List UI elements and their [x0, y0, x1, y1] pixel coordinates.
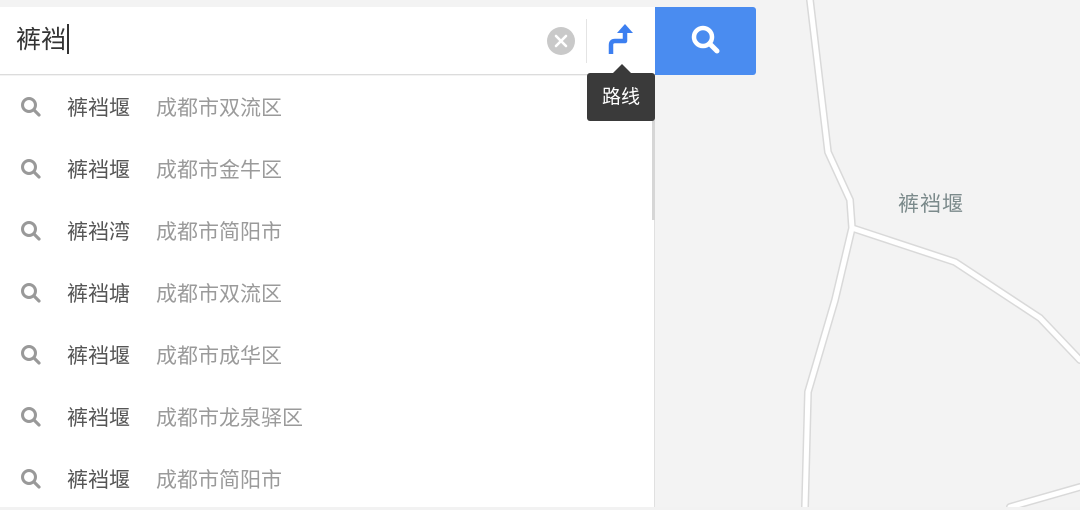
tooltip-arrow: [613, 64, 631, 73]
suggestion-item[interactable]: 裤裆湾 成都市简阳市: [0, 200, 654, 262]
search-input[interactable]: 裤裆: [16, 21, 70, 59]
route-button[interactable]: [598, 19, 644, 65]
suggestion-item[interactable]: 裤裆堰 成都市金牛区: [0, 138, 654, 200]
suggestion-address: 成都市龙泉驿区: [156, 406, 303, 430]
search-icon: [21, 345, 41, 365]
suggestion-name: 裤裆湾: [67, 220, 130, 244]
search-input-value: 裤裆: [16, 25, 67, 54]
suggestion-name: 裤裆塘: [67, 282, 130, 306]
search-icon: [21, 407, 41, 427]
search-box: 裤裆: [0, 7, 655, 75]
route-tooltip: 路线: [587, 73, 655, 121]
search-icon: [21, 159, 41, 179]
suggestion-address: 成都市金牛区: [156, 158, 282, 182]
suggestion-name: 裤裆堰: [67, 158, 130, 182]
search-button[interactable]: [655, 7, 756, 75]
clear-button[interactable]: [547, 27, 575, 55]
suggestion-address: 成都市双流区: [156, 282, 282, 306]
suggestion-name: 裤裆堰: [67, 344, 130, 368]
suggestion-address: 成都市简阳市: [156, 468, 282, 492]
suggestion-item[interactable]: 裤裆堰 成都市双流区: [0, 76, 654, 138]
search-icon: [21, 221, 41, 241]
search-icon: [21, 469, 41, 489]
search-icon: [21, 283, 41, 303]
suggestion-address: 成都市成华区: [156, 344, 282, 368]
suggestion-item[interactable]: 裤裆堰 成都市龙泉驿区: [0, 386, 654, 448]
suggestion-name: 裤裆堰: [67, 96, 130, 120]
route-icon: [608, 24, 633, 54]
suggestion-name: 裤裆堰: [67, 406, 130, 430]
search-icon: [21, 97, 41, 117]
suggestion-item[interactable]: 裤裆堰 成都市简阳市: [0, 448, 654, 510]
suggestion-item[interactable]: 裤裆堰 成都市成华区: [0, 324, 654, 386]
suggestion-address: 成都市双流区: [156, 96, 282, 120]
map-place-label[interactable]: 裤裆堰: [898, 188, 964, 218]
suggestion-address: 成都市简阳市: [156, 220, 282, 244]
clear-icon: [554, 34, 568, 48]
search-divider: [586, 19, 587, 63]
text-caret: [67, 24, 70, 54]
suggestion-list: 裤裆堰 成都市双流区 裤裆堰 成都市金牛区 裤裆湾 成都市简阳市 裤裆塘 成都市…: [0, 76, 655, 507]
suggestion-name: 裤裆堰: [67, 468, 130, 492]
search-icon: [691, 25, 720, 54]
suggestion-item[interactable]: 裤裆塘 成都市双流区: [0, 262, 654, 324]
